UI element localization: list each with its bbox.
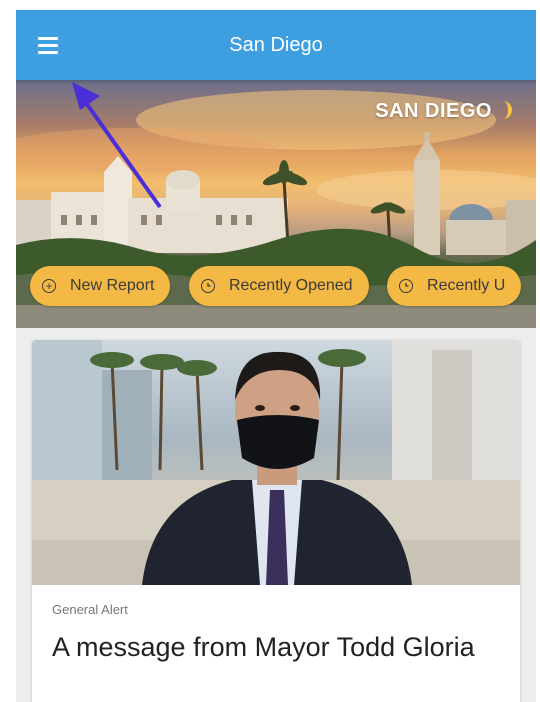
logo-text: SAN DIEGO (375, 100, 492, 122)
card-photo (32, 340, 520, 585)
plus-circle-icon: + (42, 279, 56, 293)
news-card[interactable]: General Alert A message from Mayor Todd … (32, 340, 520, 702)
recently-opened-chip[interactable]: Recently Opened (188, 266, 369, 306)
san-diego-logo: SAN DIEGO (375, 100, 512, 123)
quick-actions-row: + New Report Recently Opened Recently U (30, 266, 536, 308)
card-category: General Alert (52, 602, 128, 617)
recently-updated-chip[interactable]: Recently U (387, 266, 522, 306)
chip-label: Recently Opened (228, 277, 353, 294)
new-report-chip[interactable]: + New Report (30, 266, 171, 306)
chip-label: New Report (70, 277, 155, 294)
mayor-photo-illustration (32, 340, 520, 585)
app-title: San Diego (229, 34, 323, 56)
chip-label: Recently U (427, 277, 506, 294)
card-title[interactable]: A message from Mayor Todd Gloria (52, 628, 492, 666)
clock-icon (399, 279, 414, 293)
app-screen: San Diego SAN DIEGO + New Report Recentl… (16, 10, 536, 702)
logo-swoosh-icon (494, 101, 512, 119)
clock-icon (200, 279, 215, 293)
app-bar: San Diego (16, 10, 536, 80)
